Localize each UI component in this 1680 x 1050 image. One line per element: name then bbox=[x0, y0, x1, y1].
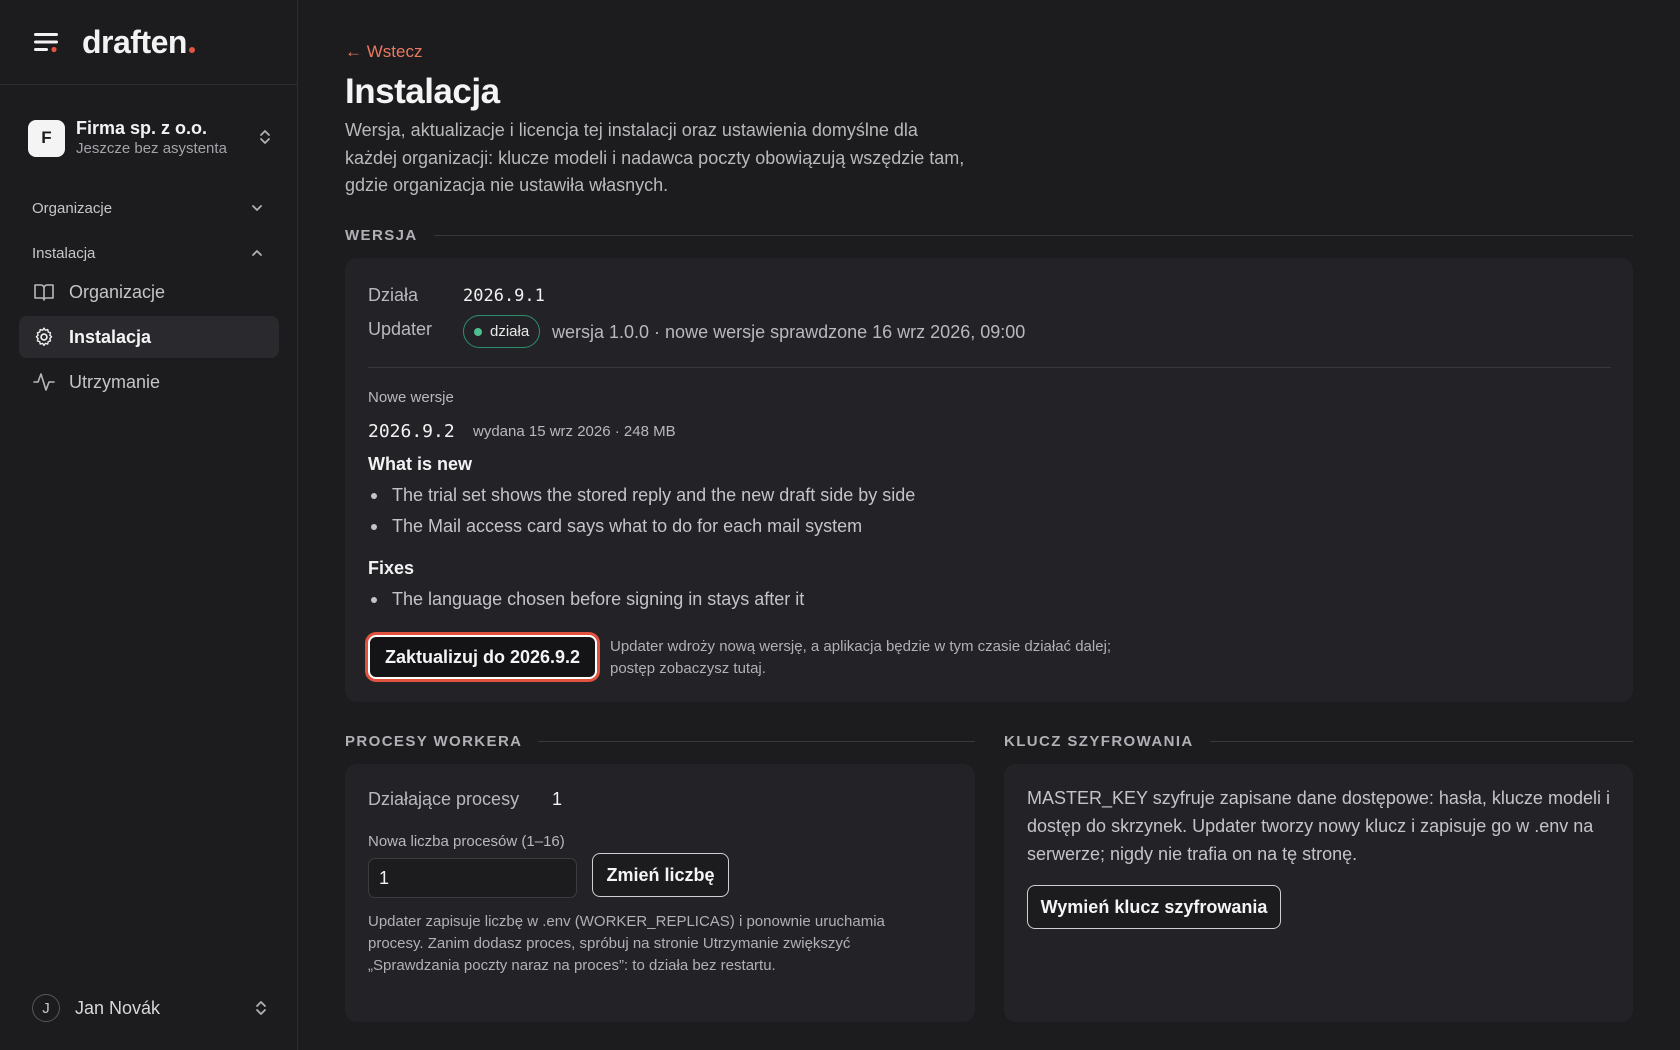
section-rule bbox=[433, 235, 1633, 236]
org-name: Firma sp. z o.o. bbox=[76, 118, 208, 139]
chevron-up-down-icon bbox=[258, 128, 272, 151]
running-processes-label: Działające procesy bbox=[368, 789, 520, 809]
update-button[interactable]: Zaktualizuj do 2026.9.2 bbox=[368, 635, 597, 679]
sidebar-item-label: Utrzymanie bbox=[69, 371, 161, 392]
logo-dot bbox=[188, 46, 195, 53]
workers-card: Działające procesy 1 Nowa liczba procesó… bbox=[345, 764, 975, 1022]
org-avatar: F bbox=[28, 119, 65, 157]
workers-hint: Updater zapisuje liczbę w .env (WORKER_R… bbox=[368, 913, 885, 974]
change-count-button[interactable]: Zmień liczbę bbox=[592, 853, 729, 897]
encryption-description: MASTER_KEY szyfruje zapisane dane dostęp… bbox=[1027, 788, 1610, 864]
whats-new-heading: What is new bbox=[368, 454, 473, 474]
org-subtitle: Jeszcze bez asystenta bbox=[76, 139, 227, 157]
chevron-up-down-icon bbox=[254, 999, 268, 1022]
updater-info: wersja 1.0.0 · nowe wersje sprawdzone 16… bbox=[552, 322, 1026, 342]
new-count-label: Nowa liczba procesów (1–16) bbox=[368, 833, 565, 850]
list-item: The Mail access card says what to do for… bbox=[368, 511, 915, 542]
running-version-label: Działa bbox=[368, 285, 419, 305]
fixes-list: The language chosen before signing in st… bbox=[368, 584, 804, 615]
updater-label: Updater bbox=[368, 319, 433, 339]
book-open-icon bbox=[33, 281, 55, 303]
sidebar-item-organizacje[interactable]: Organizacje bbox=[19, 271, 279, 313]
user-name: Jan Novák bbox=[75, 997, 161, 1018]
section-rule bbox=[1209, 741, 1633, 742]
section-header-workers: PROCESY WORKERA bbox=[345, 733, 975, 750]
running-processes-value: 1 bbox=[552, 789, 563, 809]
list-item: The language chosen before signing in st… bbox=[368, 584, 804, 615]
sidebar-item-utrzymanie[interactable]: Utrzymanie bbox=[19, 361, 279, 403]
section-header-encryption: KLUCZ SZYFROWANIA bbox=[1004, 733, 1633, 750]
new-versions-label: Nowe wersje bbox=[368, 389, 454, 406]
updater-status-text: działa bbox=[490, 323, 530, 340]
rotate-key-button[interactable]: Wymień klucz szyfrowania bbox=[1027, 885, 1281, 929]
section-title: KLUCZ SZYFROWANIA bbox=[1004, 733, 1194, 750]
user-switcher[interactable]: J Jan Novák bbox=[32, 993, 268, 1023]
section-title: PROCESY WORKERA bbox=[345, 733, 523, 750]
nav-group-instalacja[interactable]: Instalacja bbox=[32, 245, 264, 262]
version-card: Działa 2026.9.1 Updater działa wersja 1.… bbox=[345, 258, 1633, 702]
section-title: WERSJA bbox=[345, 227, 418, 244]
fixes-heading: Fixes bbox=[368, 558, 415, 578]
list-item: The trial set shows the stored reply and… bbox=[368, 480, 915, 511]
sidebar-header: draften bbox=[0, 0, 297, 85]
new-version-number: 2026.9.2 bbox=[368, 421, 455, 442]
nav-group-organizacje[interactable]: Organizacje bbox=[32, 200, 264, 217]
page-description: Wersja, aktualizacje i licencja tej inst… bbox=[345, 120, 965, 195]
nav-group-label: Organizacje bbox=[32, 200, 113, 217]
sidebar-item-label: Instalacja bbox=[69, 326, 152, 347]
encryption-card: MASTER_KEY szyfruje zapisane dane dostęp… bbox=[1004, 764, 1633, 1022]
divider bbox=[368, 367, 1611, 368]
sidebar-item-label: Organizacje bbox=[69, 281, 166, 302]
section-rule bbox=[538, 741, 975, 742]
activity-icon bbox=[33, 371, 55, 393]
back-link[interactable]: ← Wstecz bbox=[345, 42, 422, 62]
update-hint: Updater wdroży nową wersję, a aplikacja … bbox=[610, 638, 1112, 677]
sidebar: draften F Firma sp. z o.o. Jeszcze bez a… bbox=[0, 0, 298, 1050]
page-title: Instalacja bbox=[345, 72, 500, 111]
section-header-version: WERSJA bbox=[345, 227, 1633, 244]
chevron-down-icon bbox=[250, 200, 264, 217]
new-version-meta: wydana 15 wrz 2026 · 248 MB bbox=[473, 423, 676, 440]
brand-name: draften bbox=[82, 23, 187, 60]
org-switcher[interactable]: F Firma sp. z o.o. Jeszcze bez asystenta bbox=[28, 116, 272, 160]
updater-status-badge: działa bbox=[463, 315, 541, 348]
process-count-input[interactable]: 1 bbox=[368, 858, 577, 898]
menu-icon[interactable] bbox=[32, 28, 60, 56]
status-dot bbox=[474, 327, 482, 336]
sidebar-item-instalacja[interactable]: Instalacja bbox=[19, 316, 279, 358]
user-avatar: J bbox=[32, 994, 60, 1022]
whats-new-list: The trial set shows the stored reply and… bbox=[368, 480, 915, 542]
brand-logo[interactable]: draften bbox=[82, 24, 195, 61]
chevron-up-icon bbox=[250, 245, 264, 262]
running-version-value: 2026.9.1 bbox=[463, 286, 545, 306]
gear-icon bbox=[33, 326, 55, 348]
nav-group-label: Instalacja bbox=[32, 245, 96, 262]
